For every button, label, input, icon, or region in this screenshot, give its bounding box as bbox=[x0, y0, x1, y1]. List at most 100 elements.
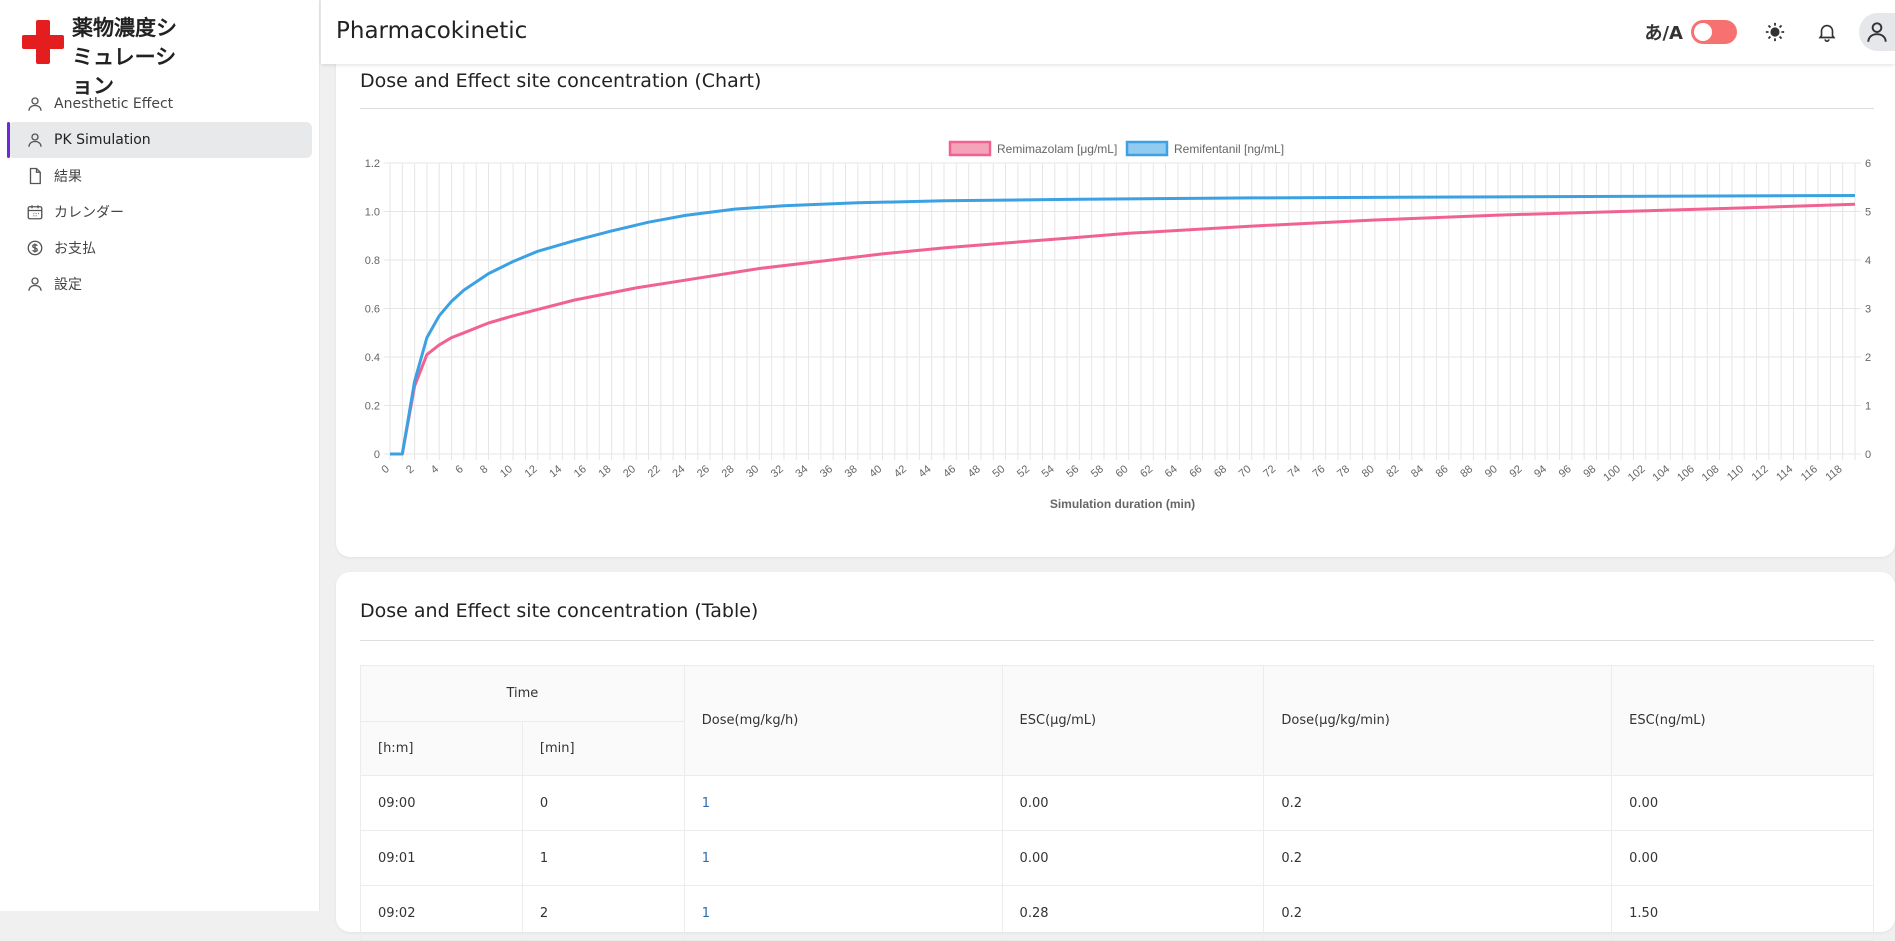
y-right-tick-label: 6 bbox=[1865, 158, 1871, 170]
x-tick-label: 28 bbox=[720, 463, 737, 480]
y-right-tick-label: 3 bbox=[1865, 304, 1871, 316]
toggle-knob bbox=[1694, 23, 1712, 41]
x-tick-label: 20 bbox=[621, 463, 638, 480]
sidebar-item-anesthetic-effect[interactable]: Anesthetic Effect bbox=[8, 86, 312, 122]
concentration-chart[interactable]: 00.20.40.60.81.01.201234560 2 4 6 8 10 12 14 16 1… bbox=[336, 40, 1895, 557]
sidebar-item-label: Anesthetic Effect bbox=[54, 96, 174, 112]
x-tick-label: 58 bbox=[1089, 463, 1106, 480]
cell-hm: 09:02 bbox=[360, 885, 523, 941]
language-toggle[interactable] bbox=[1691, 20, 1737, 44]
x-tick-label: 88 bbox=[1458, 463, 1475, 480]
x-tick-label: 92 bbox=[1507, 463, 1524, 480]
y-right-tick-label: 4 bbox=[1865, 255, 1871, 267]
sidebar-item-payment[interactable]: お支払 bbox=[8, 230, 312, 266]
red-cross-logo bbox=[22, 20, 64, 64]
x-tick-label: 6 bbox=[453, 463, 465, 476]
file-icon bbox=[29, 167, 41, 185]
concentration-table: Time Dose(mg/kg/h) ESC(μg/mL) Dose(μg/kg… bbox=[360, 665, 1874, 941]
sidebar-item-calendar[interactable]: カレンダー bbox=[8, 194, 312, 230]
x-tick-label: 78 bbox=[1335, 463, 1352, 480]
y-left-tick-label: 0.6 bbox=[365, 304, 380, 316]
user-icon bbox=[28, 277, 42, 291]
y-right-tick-label: 2 bbox=[1865, 352, 1871, 364]
x-tick-label: 64 bbox=[1163, 463, 1180, 480]
sidebar-item-settings[interactable]: 設定 bbox=[8, 266, 312, 302]
x-tick-label: 26 bbox=[695, 463, 712, 480]
cell-dose1: 1 bbox=[683, 885, 1003, 941]
y-right-tick-label: 5 bbox=[1865, 207, 1871, 219]
theme-toggle-button[interactable] bbox=[1755, 12, 1795, 52]
x-tick-label: 8 bbox=[478, 463, 490, 476]
sidebar-item-label: 結果 bbox=[54, 169, 82, 185]
x-tick-label: 80 bbox=[1360, 463, 1377, 480]
cell-hm: 09:01 bbox=[360, 830, 523, 886]
user-icon bbox=[28, 97, 42, 111]
sidebar-nav: Anesthetic Effect PK Simulation 結果 カレンダー… bbox=[7, 86, 312, 302]
x-tick-label: 86 bbox=[1434, 463, 1451, 480]
y-left-tick-label: 1.0 bbox=[365, 207, 380, 219]
x-tick-label: 12 bbox=[523, 463, 540, 480]
dollar-icon bbox=[27, 240, 43, 256]
x-tick-label: 110 bbox=[1725, 463, 1746, 483]
y-left-tick-label: 0.4 bbox=[365, 352, 380, 364]
x-tick-label: 66 bbox=[1187, 463, 1204, 480]
cell-dose2: 0.2 bbox=[1263, 830, 1613, 886]
cell-esc1: 0.00 bbox=[1001, 830, 1265, 886]
series-line-remimazolam bbox=[390, 202, 1856, 456]
cell-esc2: 0.00 bbox=[1611, 775, 1874, 831]
cell-dose1: 1 bbox=[683, 830, 1003, 886]
x-tick-label: 70 bbox=[1237, 463, 1254, 480]
x-tick-label: 62 bbox=[1138, 463, 1155, 480]
x-tick-label: 50 bbox=[990, 463, 1007, 480]
x-tick-label: 112 bbox=[1750, 463, 1771, 483]
x-tick-label: 74 bbox=[1286, 463, 1303, 480]
x-tick-label: 32 bbox=[769, 463, 786, 480]
x-axis-label: Simulation duration (min) bbox=[1050, 497, 1195, 511]
x-tick-label: 30 bbox=[744, 463, 761, 480]
table-card-title: Dose and Effect site concentration (Tabl… bbox=[360, 600, 759, 622]
cell-dose2: 0.2 bbox=[1263, 775, 1613, 831]
x-tick-label: 116 bbox=[1799, 463, 1820, 483]
x-tick-label: 96 bbox=[1557, 463, 1574, 480]
sidebar-item-label: 設定 bbox=[54, 277, 82, 293]
legend-label-remifentanil: Remifentanil [ng/mL] bbox=[1174, 142, 1284, 156]
x-tick-label: 14 bbox=[547, 463, 564, 480]
cell-dose1: 1 bbox=[683, 775, 1003, 831]
x-tick-label: 42 bbox=[892, 463, 909, 480]
x-tick-label: 44 bbox=[917, 463, 934, 480]
header-dose-ug-kg-min: Dose(μg/kg/min) bbox=[1263, 665, 1613, 776]
language-label: あ/A bbox=[1644, 23, 1683, 44]
x-tick-label: 46 bbox=[941, 463, 958, 480]
x-tick-label: 4 bbox=[429, 463, 441, 476]
legend-label-remimazolam: Remimazolam [μg/mL] bbox=[997, 142, 1117, 156]
x-tick-label: 22 bbox=[646, 463, 663, 480]
x-tick-label: 84 bbox=[1409, 463, 1426, 480]
top-bar: Pharmacokinetic あ/A bbox=[321, 0, 1895, 64]
bell-icon bbox=[1818, 24, 1836, 42]
cell-min: 0 bbox=[521, 775, 685, 831]
x-tick-label: 18 bbox=[596, 463, 613, 480]
legend-swatch-remimazolam bbox=[948, 140, 992, 157]
x-tick-label: 48 bbox=[966, 463, 983, 480]
user-icon bbox=[1867, 22, 1887, 42]
x-tick-label: 24 bbox=[670, 463, 687, 480]
x-tick-label: 72 bbox=[1261, 463, 1278, 480]
avatar[interactable] bbox=[1859, 13, 1895, 51]
x-tick-label: 76 bbox=[1310, 463, 1327, 480]
y-left-tick-label: 0.8 bbox=[365, 255, 380, 267]
notifications-button[interactable] bbox=[1807, 12, 1847, 52]
x-tick-label: 52 bbox=[1015, 463, 1032, 480]
x-tick-label: 82 bbox=[1384, 463, 1401, 480]
x-tick-label: 102 bbox=[1626, 463, 1648, 484]
sidebar: 薬物濃度シミュレーション Anesthetic Effect PK Simula… bbox=[0, 0, 320, 911]
sidebar-item-label: お支払 bbox=[54, 241, 96, 257]
calendar-icon bbox=[27, 205, 43, 220]
sidebar-item-pk-simulation[interactable]: PK Simulation bbox=[7, 122, 312, 158]
header-time: Time bbox=[360, 665, 685, 722]
sidebar-item-results[interactable]: 結果 bbox=[8, 158, 312, 194]
x-tick-label: 114 bbox=[1774, 463, 1795, 483]
x-tick-label: 118 bbox=[1823, 463, 1844, 483]
header-esc-ng-ml: ESC(ng/mL) bbox=[1611, 665, 1874, 776]
sidebar-item-label: カレンダー bbox=[54, 205, 124, 221]
y-left-tick-label: 1.2 bbox=[365, 158, 380, 170]
